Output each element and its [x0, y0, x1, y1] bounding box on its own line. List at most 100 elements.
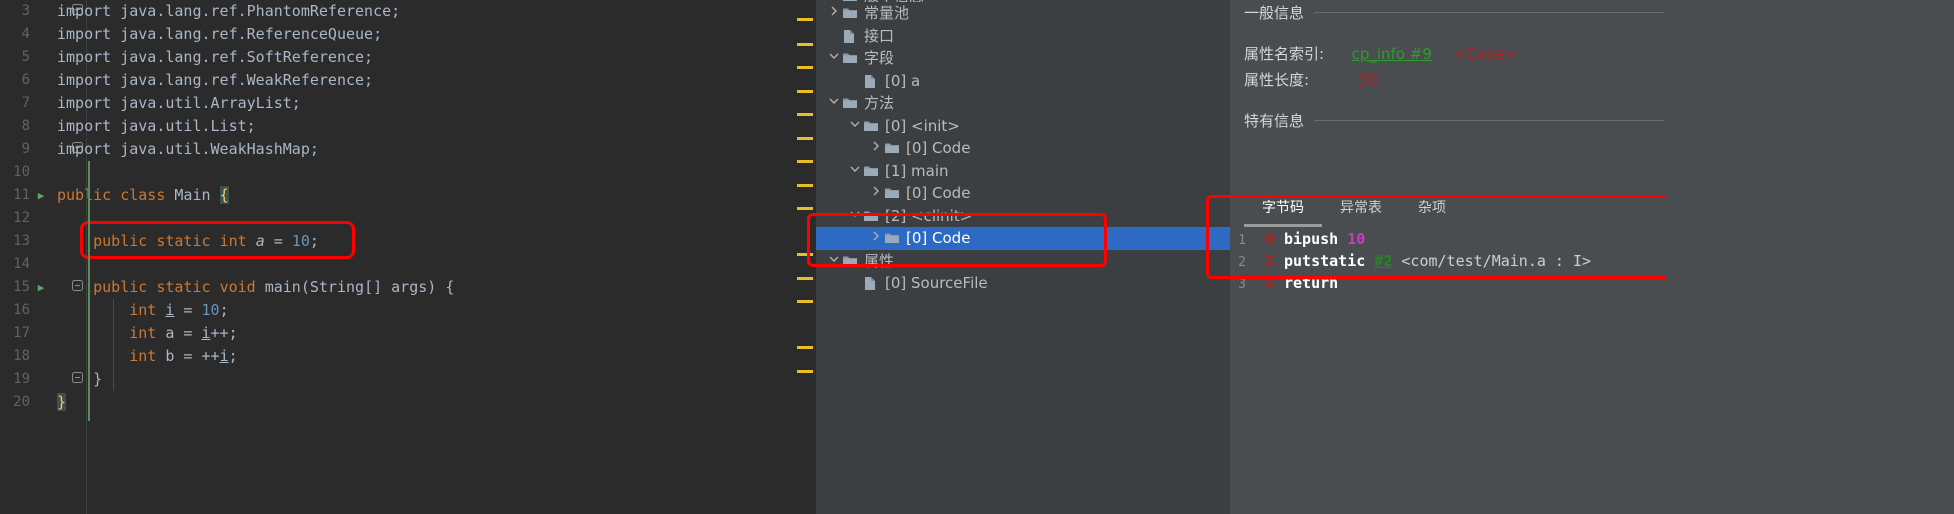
code-editor[interactable]: 3 import java.lang.ref.PhantomReference; 4…: [0, 0, 816, 514]
bytecode-line[interactable]: 3 5 return: [1230, 272, 1954, 294]
tree-row[interactable]: [0] <init>: [816, 115, 1230, 138]
attribute-length-row: 属性长度: 30: [1244, 69, 1378, 90]
code-line[interactable]: 15 ▶ public static void main(String[] arg…: [0, 276, 816, 299]
stripe-marker[interactable]: [797, 66, 813, 69]
tree-row[interactable]: [1] main: [816, 160, 1230, 183]
tree-row[interactable]: 字段: [816, 47, 1230, 70]
bytecode-line[interactable]: 1 0 bipush 10: [1230, 228, 1954, 250]
tree-item-label: [2] <clinit>: [885, 206, 973, 225]
stripe-marker[interactable]: [797, 277, 813, 280]
bytecode-listing[interactable]: 1 0 bipush 10 2 2 putstatic #2 <com/test/Main…: [1230, 228, 1954, 514]
tree-row[interactable]: [2] <clinit>: [816, 205, 1230, 228]
tree-row[interactable]: 常量池: [816, 2, 1230, 25]
code-text: int a = i++;: [129, 324, 238, 342]
code-text: import java.lang.ref.ReferenceQueue;: [57, 25, 383, 43]
code-line[interactable]: 20}: [0, 391, 816, 414]
tree-row[interactable]: [0] a: [816, 70, 1230, 93]
chevron-down-icon[interactable]: [847, 115, 863, 138]
chevron-down-icon[interactable]: [847, 160, 863, 183]
header-rule-2: [1314, 120, 1664, 121]
code-text: int i = 10;: [129, 301, 229, 319]
folder-icon: [863, 115, 881, 138]
stripe-marker[interactable]: [797, 253, 813, 256]
tree-row[interactable]: [0] SourceFile: [816, 272, 1230, 295]
tree-item-label: 方法: [864, 94, 895, 112]
bytecode-tabs[interactable]: 字节码 异常表 杂项: [1244, 194, 1464, 227]
tree-item-label: [0] Code: [906, 139, 971, 157]
code-line[interactable]: 5 import java.lang.ref.SoftReference;: [0, 46, 816, 69]
stripe-marker[interactable]: [797, 113, 813, 116]
chevron-down-icon[interactable]: [826, 92, 842, 115]
chevron-down-icon[interactable]: [826, 250, 842, 273]
folder-icon: [863, 205, 881, 228]
tree-item-label: [0] a: [885, 71, 921, 90]
stripe-marker[interactable]: [797, 90, 813, 93]
line-number: 14: [13, 256, 30, 272]
indent-guide: [113, 299, 114, 322]
bytecode-offset: 0: [1264, 230, 1274, 248]
file-icon: [863, 70, 881, 93]
indent-guide: [113, 345, 114, 368]
code-line[interactable]: 16 int i = 10;: [0, 299, 816, 322]
cp-info-link[interactable]: cp_info #9: [1352, 45, 1432, 63]
code-text: int b = ++i;: [129, 347, 238, 365]
stripe-marker[interactable]: [797, 300, 813, 303]
tree-row[interactable]: 属性: [816, 250, 1230, 273]
code-text: import java.util.ArrayList;: [57, 94, 301, 112]
bytecode-operand-int: 10: [1347, 230, 1366, 248]
tab-misc[interactable]: 杂项: [1400, 194, 1464, 227]
tree-row[interactable]: [0] Code: [816, 182, 1230, 205]
chevron-right-icon[interactable]: [868, 227, 884, 250]
code-line[interactable]: 4 import java.lang.ref.ReferenceQueue;: [0, 23, 816, 46]
code-line[interactable]: 10: [0, 161, 816, 184]
tab-exception-table[interactable]: 异常表: [1322, 194, 1400, 227]
code-line[interactable]: 7 import java.util.ArrayList;: [0, 92, 816, 115]
code-lines[interactable]: 3 import java.lang.ref.PhantomReference; 4…: [0, 0, 816, 514]
bytecode-offset: 5: [1264, 274, 1274, 292]
indent-guide: [113, 368, 114, 391]
stripe-marker[interactable]: [797, 160, 813, 163]
bytecode-opcode: return: [1284, 274, 1339, 292]
tree-row[interactable]: 接口: [816, 25, 1230, 48]
tree-row[interactable]: [0] Code: [816, 137, 1230, 160]
code-line[interactable]: 19 }: [0, 368, 816, 391]
chevron-right-icon[interactable]: [826, 2, 842, 25]
stripe-marker[interactable]: [797, 137, 813, 140]
tree-row[interactable]: 方法: [816, 92, 1230, 115]
code-line[interactable]: 14: [0, 253, 816, 276]
tree-item-label: 常量池: [864, 4, 910, 22]
code-line[interactable]: 8 import java.util.List;: [0, 115, 816, 138]
code-line[interactable]: 11 ▶ public class Main {: [0, 184, 816, 207]
bytecode-constant-ref[interactable]: #2: [1374, 252, 1392, 270]
code-line[interactable]: 6 import java.lang.ref.WeakReference;: [0, 69, 816, 92]
error-stripe-scrollbar[interactable]: [795, 0, 816, 514]
code-line[interactable]: 12: [0, 207, 816, 230]
code-line[interactable]: 17 int a = i++;: [0, 322, 816, 345]
folder-icon: [842, 92, 860, 115]
stripe-marker[interactable]: [797, 207, 813, 210]
code-line[interactable]: 13 public static int a = 10;: [0, 230, 816, 253]
specific-info-header: 特有信息: [1244, 110, 1664, 131]
chevron-right-icon[interactable]: [868, 182, 884, 205]
code-line[interactable]: 3 import java.lang.ref.PhantomReference;: [0, 0, 816, 23]
chevron-down-icon[interactable]: [847, 205, 863, 228]
code-line[interactable]: 18 int b = ++i;: [0, 345, 816, 368]
stripe-marker[interactable]: [797, 43, 813, 46]
stripe-marker[interactable]: [797, 184, 813, 187]
chevron-right-icon[interactable]: [868, 137, 884, 160]
class-structure-tree[interactable]: 版本信息常量池接口字段[0] a方法[0] <init>[0] Code[1] …: [816, 0, 1230, 514]
indent-guide: [113, 322, 114, 345]
chevron-down-icon[interactable]: [826, 47, 842, 70]
tab-bytecode[interactable]: 字节码: [1244, 194, 1322, 227]
bytecode-line-number: 1: [1238, 233, 1246, 248]
code-text: import java.lang.ref.PhantomReference;: [57, 2, 401, 20]
code-line[interactable]: 9 import java.util.WeakHashMap;: [0, 138, 816, 161]
tree-row-selected[interactable]: [0] Code: [816, 227, 1230, 250]
folder-icon: [842, 2, 860, 25]
stripe-marker[interactable]: [797, 370, 813, 373]
code-text: import java.util.WeakHashMap;: [57, 140, 319, 158]
stripe-marker[interactable]: [797, 346, 813, 349]
tree-item-label: [0] SourceFile: [885, 274, 988, 292]
stripe-marker[interactable]: [797, 18, 813, 21]
bytecode-line[interactable]: 2 2 putstatic #2 <com/test/Main.a : I>: [1230, 250, 1954, 272]
